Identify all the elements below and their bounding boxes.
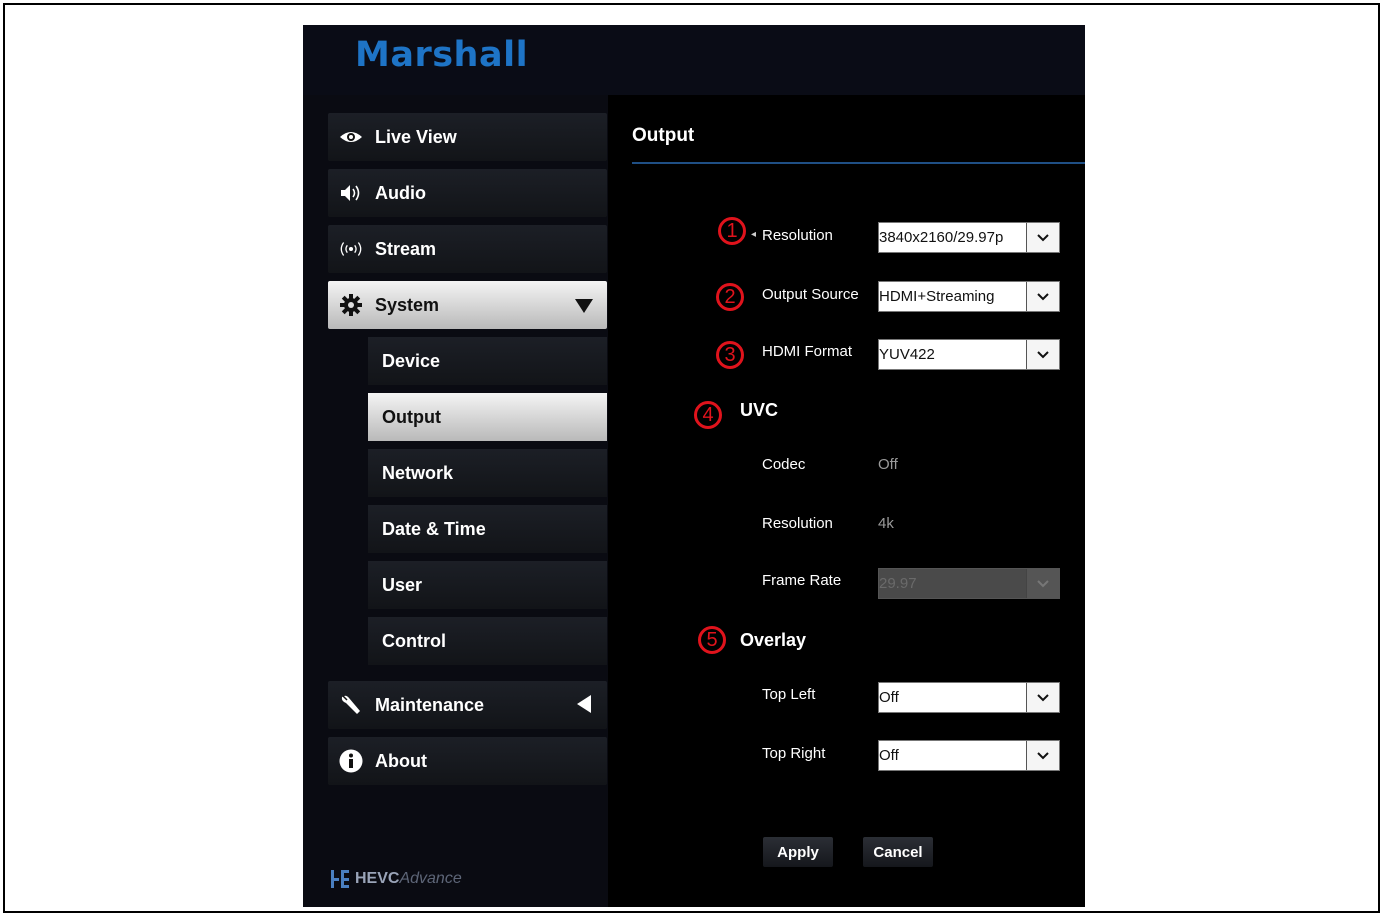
callout-marker-1: 1 [718,217,746,245]
sidebar-subitem-label: Output [382,406,441,427]
uvc-frame-rate-label: Frame Rate [762,572,842,589]
broadcast-icon [339,241,363,257]
hevc-advance-logo: HEVC Advance [330,868,462,890]
callout-marker-5: 5 [698,626,726,654]
uvc-resolution-label: Resolution [762,515,833,532]
sidebar-item-label: Stream [375,238,437,259]
uvc-codec-label: Codec [762,456,806,473]
sidebar-subitem-network[interactable]: Network [368,449,607,497]
resolution-label: Resolution [762,227,833,244]
cancel-button[interactable]: Cancel [863,837,933,867]
uvc-frame-rate-value: 29.97 [879,575,917,592]
sidebar-item-label: Live View [375,126,457,147]
triangle-down-icon [575,297,593,318]
sidebar-subitem-user[interactable]: User [368,561,607,609]
sidebar-subitem-label: Control [382,630,446,651]
brand-logo: Marshall [355,35,529,75]
uvc-codec-value: Off [878,456,898,473]
header: Marshall [303,25,1085,95]
sidebar-subitem-device[interactable]: Device [368,337,607,385]
overlay-top-left-select[interactable]: Off [878,682,1060,713]
overlay-top-left-value: Off [879,689,899,706]
sidebar-subitem-output[interactable]: Output [368,393,607,441]
sidebar-subitem-label: Network [382,462,454,483]
overlay-top-left-label: Top Left [762,686,816,703]
chevron-down-icon[interactable] [1026,223,1059,252]
gear-icon [339,294,363,316]
eye-icon [339,130,363,144]
title-divider [632,162,1085,164]
resolution-value: 3840x2160/29.97p [879,229,1004,246]
resolution-select[interactable]: 3840x2160/29.97p [878,222,1060,253]
callout-marker-4: 4 [694,401,722,429]
pointer-arrow-icon: ◂ [751,229,757,240]
callout-marker-2: 2 [716,283,744,311]
app-window: Marshall Live View Audio Stream System D… [303,25,1085,907]
apply-button[interactable]: Apply [763,837,833,867]
sidebar-item-maintenance[interactable]: Maintenance [328,681,607,729]
sidebar-item-label: About [375,750,427,771]
hdmi-format-label: HDMI Format [762,343,852,360]
hevc-logo-suffix: Advance [399,870,462,887]
hdmi-format-select[interactable]: YUV422 [878,339,1060,370]
sidebar-item-system[interactable]: System [328,281,607,329]
sidebar-item-label: Audio [375,182,426,203]
overlay-top-right-label: Top Right [762,745,826,762]
speaker-icon [339,183,363,203]
sidebar-item-about[interactable]: About [328,737,607,785]
overlay-heading: Overlay [740,630,807,650]
page-title: Output [632,125,695,146]
triangle-left-icon [577,695,591,718]
output-source-value: HDMI+Streaming [879,288,995,305]
hevc-logo-prefix: HEVC [355,870,400,887]
sidebar-subitem-date-time[interactable]: Date & Time [368,505,607,553]
main-content: Output 1 ◂ Resolution 3840x2160/29.97p 2… [608,95,1085,907]
sidebar-subitem-label: Date & Time [382,518,486,539]
sidebar-item-live-view[interactable]: Live View [328,113,607,161]
output-source-label: Output Source [762,286,859,303]
wrench-icon [339,694,363,716]
chevron-down-icon [1026,569,1059,598]
sidebar: Live View Audio Stream System Device Out… [303,95,608,907]
uvc-resolution-value: 4k [878,515,894,532]
sidebar-item-label: Maintenance [375,694,485,715]
sidebar-item-label: System [375,294,440,315]
overlay-top-right-value: Off [879,747,899,764]
sidebar-item-audio[interactable]: Audio [328,169,607,217]
sidebar-subitem-label: Device [382,350,441,371]
chevron-down-icon[interactable] [1026,282,1059,311]
chevron-down-icon[interactable] [1026,683,1059,712]
output-source-select[interactable]: HDMI+Streaming [878,281,1060,312]
callout-marker-3: 3 [716,341,744,369]
sidebar-subitem-control[interactable]: Control [368,617,607,665]
chevron-down-icon[interactable] [1026,340,1059,369]
uvc-frame-rate-select[interactable]: 29.97 [878,568,1060,599]
info-icon [339,749,363,773]
hdmi-format-value: YUV422 [879,346,935,363]
chevron-down-icon[interactable] [1026,741,1059,770]
uvc-heading: UVC [740,400,779,420]
hevc-icon [331,870,349,888]
overlay-top-right-select[interactable]: Off [878,740,1060,771]
sidebar-subitem-label: User [382,574,423,595]
sidebar-item-stream[interactable]: Stream [328,225,607,273]
